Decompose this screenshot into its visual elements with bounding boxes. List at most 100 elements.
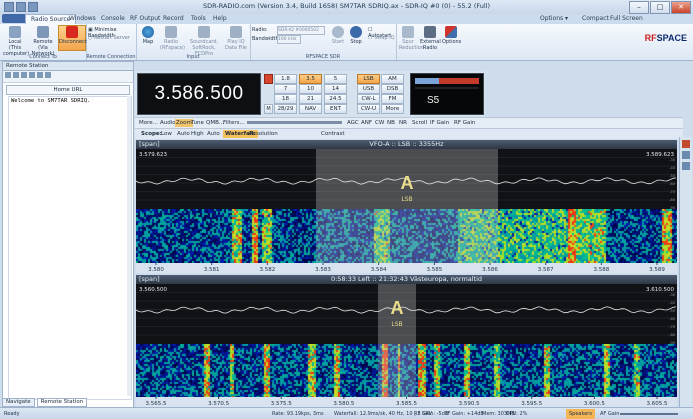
radio-rfspace-button[interactable]: Radio (RFspace)	[160, 26, 185, 51]
band-button[interactable]: 21	[299, 94, 322, 104]
toolbar-item[interactable]: Tune	[190, 119, 205, 127]
band-button[interactable]: ENT	[324, 104, 347, 114]
zoom-slider[interactable]	[247, 121, 342, 124]
input-group: Map Radio (RFspace) Soundcard, SoftRock,…	[136, 24, 251, 60]
toolbar-item[interactable]: IF Gain	[429, 119, 450, 127]
speakers-button[interactable]: Speakers	[566, 409, 595, 419]
vfo-waterfall[interactable]	[136, 209, 677, 263]
vfo-span-tag[interactable]: [span]	[139, 140, 160, 149]
stop-button[interactable]: Stop	[348, 26, 364, 45]
console-scrollbar[interactable]	[127, 96, 131, 396]
band-button[interactable]: 14	[324, 84, 347, 94]
frequency-display[interactable]: 3.586.500	[137, 73, 261, 115]
band-button[interactable]: 5	[324, 74, 347, 84]
wide-span-tag[interactable]: [span]	[139, 275, 160, 284]
mode-button[interactable]: USB	[357, 84, 380, 94]
options-button[interactable]: Options	[442, 26, 461, 45]
restart-server-option[interactable]: ○ Restart Server	[88, 35, 130, 41]
forward-icon[interactable]	[13, 72, 19, 78]
toolbar-item[interactable]: AGC	[346, 119, 360, 127]
toolbar-item[interactable]: More...	[138, 119, 159, 127]
mode-button[interactable]: More	[381, 104, 404, 114]
chat-console[interactable]: Welcome to SM7TAR SDRIQ.	[8, 96, 132, 400]
quick-access-toolbar	[4, 2, 38, 12]
wide-spectrum[interactable]: ALSB3.560.500 3.610.500-30-40-50-60-70-80…	[136, 284, 677, 344]
scope-high-select[interactable]: High	[191, 130, 204, 138]
band-button[interactable]: 18	[274, 94, 297, 104]
band-button[interactable]: 3.5	[299, 74, 322, 84]
home-url-button[interactable]: Home URL	[6, 85, 130, 95]
spur-reduction-button[interactable]: Spur Reduction	[399, 26, 424, 51]
mode-button[interactable]: CW-L	[357, 94, 380, 104]
band-button[interactable]: 1.8	[274, 74, 297, 84]
axis-tick-label: 3.580	[148, 267, 164, 273]
tab-record[interactable]: Record	[158, 14, 189, 24]
mode-button[interactable]: DSB	[381, 84, 404, 94]
swap-iq-checkbox[interactable]: ☐ Swap IQ	[368, 35, 395, 41]
refresh-icon[interactable]	[29, 72, 35, 78]
radio-select[interactable]: SDR-IQ #0000502	[277, 26, 325, 35]
toolbar-item[interactable]: Filters...	[222, 119, 246, 127]
receiver-toolbar: More... Audio Zoom Tune QMB... Filters... AGC A…	[135, 117, 683, 128]
close-button[interactable]: ✕	[671, 1, 691, 14]
app-menu-icon[interactable]	[4, 2, 14, 12]
mode-button[interactable]: AM	[381, 74, 404, 84]
toolbar-item[interactable]: NB	[386, 119, 396, 127]
contrast-label: Contrast	[321, 131, 345, 137]
external-radio-button[interactable]: External Radio	[420, 26, 441, 51]
side-tool-icon[interactable]	[682, 151, 690, 159]
remote-button[interactable]: Remote (Via Network)	[30, 26, 56, 57]
full-screen-button[interactable]: Full Screen	[610, 14, 643, 24]
toolbar-item[interactable]: Audio	[159, 119, 177, 127]
minimize-button[interactable]: –	[629, 1, 649, 14]
mode-button[interactable]: CW-U	[357, 104, 380, 114]
toolbar-item[interactable]: Scroll	[411, 119, 428, 127]
band-button[interactable]: 28/29	[274, 104, 297, 114]
folder-icon[interactable]	[37, 72, 43, 78]
maximize-button[interactable]: □	[650, 1, 670, 14]
axis-tick-label: 3.587	[538, 267, 554, 273]
db-scale-label: -60	[669, 317, 675, 321]
map-button[interactable]: Map	[139, 26, 157, 45]
home-icon[interactable]	[21, 72, 27, 78]
options-menu[interactable]: Options ▾	[540, 14, 568, 24]
vfo-spectrum[interactable]: ALSB3.579.623 3.589.623-30-40-50-60-70-80…	[136, 149, 677, 209]
play-iq-button[interactable]: Play IQ Data File	[224, 26, 248, 51]
mode-button[interactable]: LSB	[357, 74, 380, 84]
toolbar-item[interactable]: CW	[374, 119, 385, 127]
side-tool-icon[interactable]	[682, 162, 690, 170]
tab-navigate[interactable]: Navigate	[2, 398, 35, 407]
band-button[interactable]: 7	[274, 84, 297, 94]
soundcard-button[interactable]: Soundcard, SoftRock, FCDPro	[186, 26, 222, 57]
axis-tick-label: 3.586	[482, 267, 498, 273]
wide-waterfall[interactable]	[136, 344, 677, 397]
undo-icon[interactable]	[28, 2, 38, 12]
scope-low-select[interactable]: Low	[161, 130, 172, 138]
resolution-select[interactable]: Resolution	[249, 130, 278, 138]
vfo-marker-mode: LSB	[401, 196, 412, 203]
band-button[interactable]: 24.5	[324, 94, 347, 104]
tab-remote-station[interactable]: Remote Station	[36, 398, 88, 407]
back-icon[interactable]	[5, 72, 11, 78]
toolbar-item[interactable]: RF Gain	[453, 119, 476, 127]
start-button[interactable]: Start	[330, 26, 346, 45]
settings-icon[interactable]	[45, 72, 51, 78]
scope-low-auto[interactable]: Auto	[177, 130, 190, 138]
disconnect-button[interactable]: Disconnect	[58, 25, 87, 51]
band-button[interactable]: 10	[299, 84, 322, 94]
compact-button[interactable]: Compact	[582, 14, 609, 24]
save-icon[interactable]	[16, 2, 26, 12]
toolbar-item[interactable]: NR	[398, 119, 408, 127]
side-tool-icon[interactable]	[682, 140, 690, 148]
band-button[interactable]: NAV	[299, 104, 322, 114]
memory-button[interactable]: M	[264, 104, 273, 114]
globe-icon	[142, 26, 154, 38]
scope-high-auto[interactable]: Auto	[207, 130, 220, 138]
mode-button[interactable]: FM	[381, 94, 404, 104]
bandwidth-select[interactable]: 190 kHz	[277, 35, 301, 44]
af-gain-slider[interactable]	[620, 413, 678, 415]
toolbar-item[interactable]: ANF	[360, 119, 373, 127]
local-button[interactable]: Local (This computer)	[3, 26, 29, 57]
record-indicator[interactable]	[264, 74, 273, 84]
tab-help[interactable]: Help	[208, 14, 232, 24]
